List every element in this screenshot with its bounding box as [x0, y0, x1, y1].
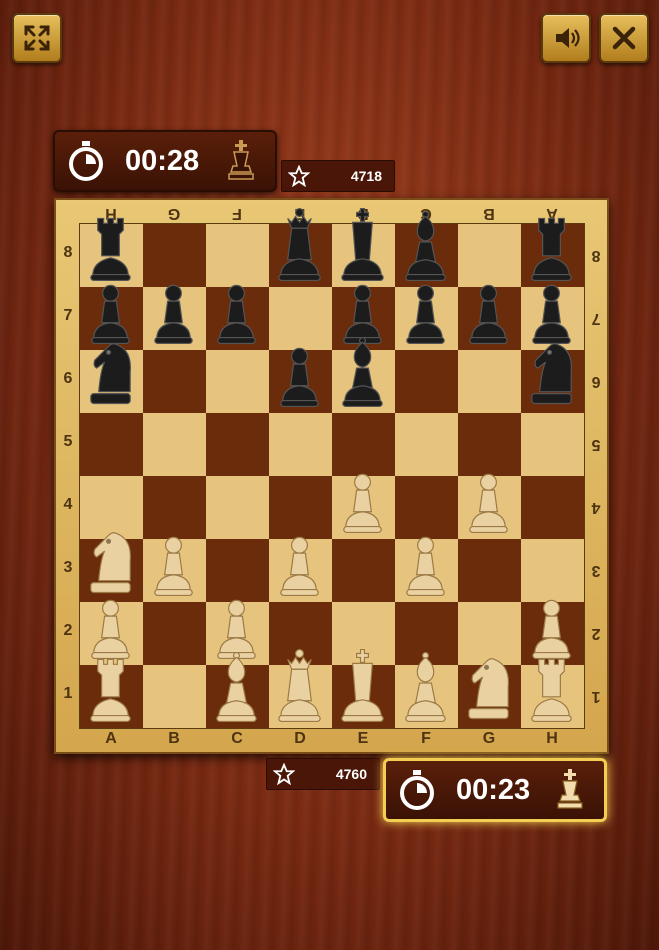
square-b6[interactable]	[143, 350, 206, 413]
white-pawn-f3[interactable]	[394, 520, 457, 600]
square-c6[interactable]	[206, 350, 269, 413]
white-pawn-d3[interactable]	[268, 520, 331, 600]
white-bishop-f1[interactable]	[394, 646, 457, 726]
square-d5[interactable]	[269, 413, 332, 476]
white-pawn-e4[interactable]	[331, 457, 394, 537]
black-pawn-f7[interactable]	[394, 268, 457, 348]
black-pawn-c7[interactable]	[205, 268, 268, 348]
white-knight-g1[interactable]	[457, 646, 520, 726]
close-icon	[612, 26, 636, 50]
square-e3[interactable]	[332, 539, 395, 602]
white-king-e1[interactable]	[331, 646, 394, 726]
rank-label-flipped: 7	[591, 310, 601, 327]
white-bishop-c1[interactable]	[205, 646, 268, 726]
fullscreen-button[interactable]	[12, 13, 62, 63]
file-label: E	[357, 730, 369, 747]
black-pawn-g7[interactable]	[457, 268, 520, 348]
opponent-score: 4718	[281, 160, 395, 192]
square-g3[interactable]	[458, 539, 521, 602]
square-g6[interactable]	[458, 350, 521, 413]
white-rook-a1[interactable]	[79, 646, 142, 726]
chess-board: AH88BG77CF66DE55ED44FC33GB22HA11	[54, 198, 609, 754]
file-label-flipped: B	[483, 205, 495, 222]
rank-label: 7	[63, 307, 73, 324]
white-king-icon	[557, 769, 583, 809]
file-label: A	[105, 730, 117, 747]
rank-label-flipped: 1	[591, 688, 601, 705]
file-label: H	[546, 730, 558, 747]
file-label: F	[421, 730, 431, 747]
file-label: G	[482, 730, 496, 747]
black-knight-a6[interactable]	[79, 331, 142, 411]
rank-label-flipped: 6	[591, 373, 601, 390]
opponent-time: 00:28	[125, 144, 200, 177]
square-a5[interactable]	[80, 413, 143, 476]
file-label: D	[294, 730, 306, 747]
rank-label-flipped: 5	[591, 436, 601, 453]
rank-label: 5	[63, 433, 73, 450]
square-c5[interactable]	[206, 413, 269, 476]
black-king-icon	[228, 140, 254, 180]
black-knight-h6[interactable]	[520, 331, 583, 411]
square-f5[interactable]	[395, 413, 458, 476]
stopwatch-icon	[69, 141, 103, 181]
fullscreen-icon	[24, 25, 50, 51]
rank-label-flipped: 8	[591, 247, 601, 264]
close-button[interactable]	[599, 13, 649, 63]
rank-label-flipped: 2	[591, 625, 601, 642]
white-pawn-b3[interactable]	[142, 520, 205, 600]
white-pawn-g4[interactable]	[457, 457, 520, 537]
player-score: 4760	[266, 758, 380, 790]
player-score-value: 4760	[335, 766, 367, 782]
file-label: B	[168, 730, 180, 747]
rank-label-flipped: 4	[591, 499, 601, 516]
star-icon	[288, 165, 310, 187]
speaker-icon	[556, 28, 580, 48]
black-pawn-d6[interactable]	[268, 331, 331, 411]
opponent-timer: 00:28	[53, 130, 277, 192]
square-b5[interactable]	[143, 413, 206, 476]
black-bishop-e6[interactable]	[331, 331, 394, 411]
rank-label: 6	[63, 370, 73, 387]
square-h5[interactable]	[521, 413, 584, 476]
white-rook-h1[interactable]	[520, 646, 583, 726]
square-b2[interactable]	[143, 602, 206, 665]
sound-button[interactable]	[541, 13, 591, 63]
file-label: C	[231, 730, 243, 747]
square-f6[interactable]	[395, 350, 458, 413]
rank-label-flipped: 3	[591, 562, 601, 579]
square-b1[interactable]	[143, 665, 206, 728]
file-label-flipped: F	[232, 205, 242, 222]
rank-label: 3	[63, 559, 73, 576]
black-queen-d8[interactable]	[268, 205, 331, 285]
black-pawn-b7[interactable]	[142, 268, 205, 348]
stopwatch-icon	[400, 770, 434, 810]
rank-label: 2	[63, 622, 73, 639]
player-timer: 00:23	[383, 758, 607, 822]
square-c4[interactable]	[206, 476, 269, 539]
rank-label: 8	[63, 244, 73, 261]
player-time: 00:23	[456, 773, 531, 806]
opponent-score-value: 4718	[350, 168, 382, 184]
white-queen-d1[interactable]	[268, 646, 331, 726]
rank-label: 1	[63, 685, 73, 702]
rank-label: 4	[63, 496, 73, 513]
file-label-flipped: G	[167, 205, 181, 222]
square-h4[interactable]	[521, 476, 584, 539]
star-icon	[273, 763, 295, 785]
